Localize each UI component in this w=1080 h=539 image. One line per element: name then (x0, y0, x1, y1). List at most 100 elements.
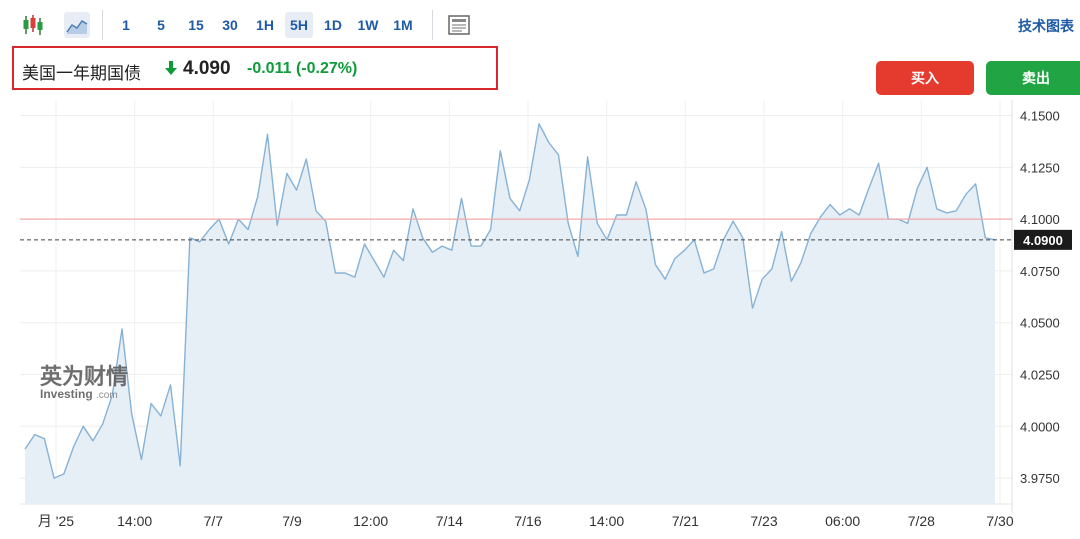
y-tick-label: 4.1000 (1020, 212, 1060, 227)
data-point (839, 214, 841, 216)
x-tick-label: 06:00 (825, 513, 860, 529)
interval-15[interactable]: 15 (183, 12, 209, 38)
data-point (858, 214, 860, 216)
data-point (684, 249, 686, 251)
y-tick-label: 4.0000 (1020, 419, 1060, 434)
data-point (208, 228, 210, 230)
data-point (751, 307, 753, 309)
data-point (519, 210, 521, 212)
investing-watermark: 英为财情Investing .com (40, 364, 128, 401)
watermark-suffix: .com (96, 390, 118, 401)
data-point (431, 251, 433, 253)
y-tick-label: 4.0500 (1020, 316, 1060, 331)
data-point (926, 166, 928, 168)
chart-toolbar: 1 5 15 30 1H 5H 1D 1W 1M 技术图表 (0, 0, 1080, 48)
instrument-name: 美国一年期国债 (22, 64, 141, 83)
data-point (829, 204, 831, 206)
data-point (955, 210, 957, 212)
last-price: 4.090 (183, 58, 231, 79)
data-point (567, 222, 569, 224)
candlestick-icon[interactable] (20, 12, 46, 38)
data-point (276, 224, 278, 226)
interval-1w[interactable]: 1W (353, 12, 383, 38)
data-point (266, 133, 268, 135)
interval-30[interactable]: 30 (217, 12, 243, 38)
interval-1d[interactable]: 1D (319, 12, 347, 38)
interval-1h[interactable]: 1H (251, 12, 279, 38)
x-tick-label: 7/16 (514, 513, 541, 529)
data-point (596, 222, 598, 224)
data-point (179, 465, 181, 467)
data-point (131, 413, 133, 415)
x-tick-label: 7/9 (282, 513, 302, 529)
area-chart-icon[interactable] (64, 12, 90, 38)
data-point (975, 183, 977, 185)
data-point (286, 172, 288, 174)
data-point (790, 280, 792, 282)
data-point (800, 262, 802, 264)
change-percent: (-0.27%) (295, 60, 358, 77)
area-fill (25, 123, 995, 505)
data-point (528, 179, 530, 181)
data-point (616, 214, 618, 216)
toolbar-divider (432, 10, 433, 40)
data-point (625, 214, 627, 216)
instrument-quote: 美国一年期国债 4.090 -0.011 (-0.27%) (12, 46, 498, 90)
data-point (674, 257, 676, 259)
y-tick-label: 4.1250 (1020, 160, 1060, 175)
data-point (402, 259, 404, 261)
data-point (460, 197, 462, 199)
data-point (907, 222, 909, 224)
interval-1[interactable]: 1 (115, 12, 137, 38)
data-point (43, 438, 45, 440)
x-tick-label: 7/23 (750, 513, 777, 529)
data-point (344, 272, 346, 274)
data-point (878, 162, 880, 164)
y-tick-label: 4.0250 (1020, 368, 1060, 383)
data-point (654, 264, 656, 266)
data-point (480, 245, 482, 247)
data-point (916, 187, 918, 189)
data-point (664, 278, 666, 280)
toolbar-divider (102, 10, 103, 40)
data-point (34, 433, 36, 435)
data-point (393, 249, 395, 251)
x-tick-label: 7/14 (436, 513, 463, 529)
interval-5h[interactable]: 5H (285, 12, 313, 38)
data-point (150, 402, 152, 404)
watermark-en: Investing (40, 387, 93, 401)
data-point (169, 384, 171, 386)
data-point (383, 276, 385, 278)
y-tick-label: 4.0750 (1020, 264, 1060, 279)
data-point (53, 477, 55, 479)
data-point (140, 458, 142, 460)
sell-button[interactable]: 卖出 (986, 61, 1080, 95)
data-point (548, 141, 550, 143)
data-point (810, 233, 812, 235)
data-point (257, 195, 259, 197)
data-point (199, 241, 201, 243)
data-point (945, 212, 947, 214)
x-tick-label: 14:00 (117, 513, 152, 529)
data-point (509, 197, 511, 199)
data-point (703, 272, 705, 274)
data-point (781, 230, 783, 232)
price-chart[interactable]: 4.1500 4.1250 4.1000 4.0750 4.0500 4.0250 4.00… (0, 100, 1080, 539)
data-point (82, 425, 84, 427)
data-point (441, 245, 443, 247)
buy-button[interactable]: 买入 (876, 61, 974, 95)
x-tick-label: 7/21 (672, 513, 699, 529)
interval-5[interactable]: 5 (150, 12, 172, 38)
data-point (499, 150, 501, 152)
data-point (102, 423, 104, 425)
y-tick-label: 4.1500 (1020, 109, 1060, 124)
data-point (24, 448, 26, 450)
interval-1m[interactable]: 1M (388, 12, 418, 38)
technical-chart-link[interactable]: 技术图表 (1018, 16, 1074, 36)
data-point (771, 268, 773, 270)
data-point (325, 220, 327, 222)
data-point (984, 237, 986, 239)
news-icon[interactable] (446, 12, 472, 38)
data-point (315, 210, 317, 212)
data-point (761, 278, 763, 280)
